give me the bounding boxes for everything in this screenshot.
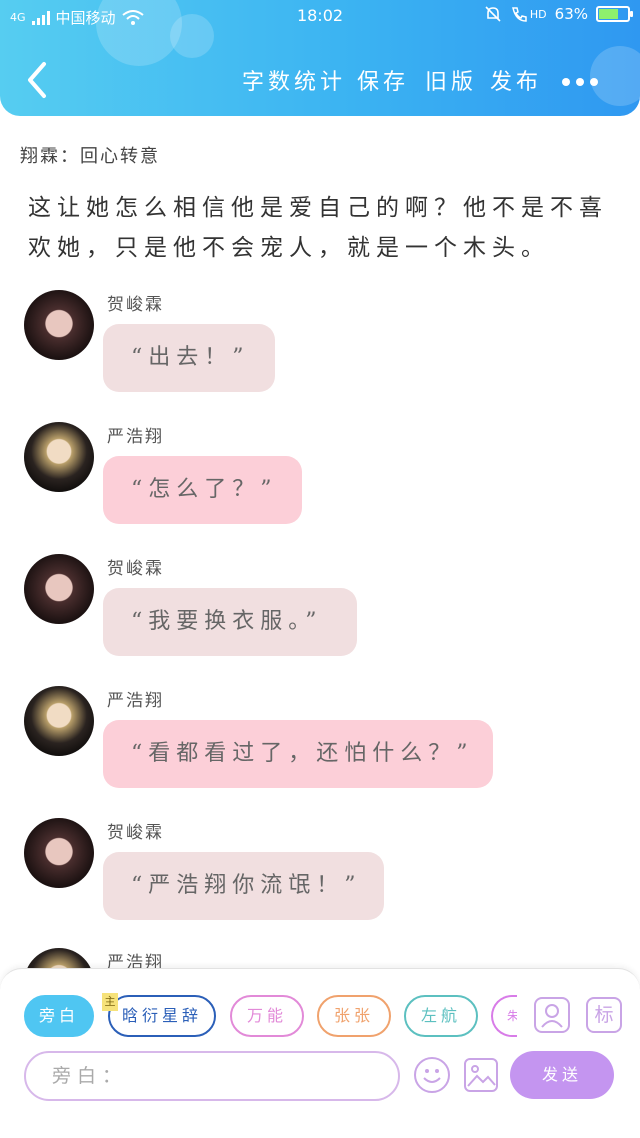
mute-bell-icon [485, 6, 501, 22]
chapter-title: 翔霖：回心转意 [20, 146, 160, 167]
call-icon [511, 7, 527, 22]
top-header: 4G 中国移动 18:02 HD 63% 字数统计 保存 旧版 发布 [0, 0, 640, 116]
message-bubble[interactable]: “我要换衣服。” [103, 588, 357, 656]
menu-publish[interactable]: 发布 [490, 64, 542, 96]
image-icon[interactable] [464, 1058, 498, 1092]
message-bubble[interactable]: “严浩翔你流氓！” [103, 852, 384, 920]
battery-percent: 63% [554, 5, 588, 23]
status-bar: 4G 中国移动 18:02 HD 63% [0, 0, 640, 34]
chat-message[interactable]: 贺峻霖 “严浩翔你流氓！” [0, 816, 640, 926]
avatar[interactable] [24, 422, 94, 492]
back-arrow-icon[interactable] [22, 60, 52, 100]
send-button[interactable]: 发送 [510, 1051, 614, 1099]
role-chip-partial[interactable]: 朱 [491, 995, 517, 1037]
chat-message[interactable]: 严浩翔 [0, 946, 640, 1018]
emoji-icon[interactable] [414, 1057, 450, 1093]
chat-message[interactable]: 严浩翔 “怎么了？” [0, 420, 640, 530]
role-chip-main[interactable]: 晗衍星辞 [108, 995, 216, 1037]
more-icon[interactable] [562, 78, 598, 86]
hd-label: HD [529, 7, 547, 21]
narration-text[interactable]: 这让她怎么相信他是爱自己的啊？他不是不喜欢她，只是他不会宠人，就是一个木头。 [28, 188, 618, 268]
menu-save[interactable]: 保存 [357, 64, 409, 96]
message-bubble[interactable]: “怎么了？” [103, 456, 302, 524]
speaker-name: 严浩翔 [107, 691, 164, 711]
menu-old-version[interactable]: 旧版 [425, 64, 477, 96]
message-input[interactable]: 旁白： [24, 1051, 400, 1101]
chat-message[interactable]: 严浩翔 “看都看过了，还怕什么？” [0, 684, 640, 794]
speaker-name: 贺峻霖 [107, 823, 164, 843]
speaker-name: 严浩翔 [107, 427, 164, 447]
composer-panel: 旁白 晗衍星辞 主 万能 张张 左航 朱 标 旁白： 发送 [0, 968, 640, 1138]
avatar[interactable] [24, 290, 94, 360]
profile-icon[interactable] [534, 997, 570, 1033]
avatar[interactable] [24, 818, 94, 888]
avatar[interactable] [24, 686, 94, 756]
chat-message[interactable]: 贺峻霖 “出去！” [0, 288, 640, 398]
menu-word-count[interactable]: 字数统计 [242, 64, 346, 96]
avatar[interactable] [24, 554, 94, 624]
role-chip-universal[interactable]: 万能 [230, 995, 304, 1037]
tag-button[interactable]: 标 [586, 997, 622, 1033]
battery-icon [596, 6, 633, 22]
message-bubble[interactable]: “出去！” [103, 324, 275, 392]
chat-message[interactable]: 贺峻霖 “我要换衣服。” [0, 552, 640, 662]
tag-button-label: 标 [594, 1004, 614, 1026]
role-chip-narration[interactable]: 旁白 [24, 995, 94, 1037]
speaker-name: 贺峻霖 [107, 559, 164, 579]
input-placeholder: 旁白： [52, 1065, 128, 1087]
decor-circle [590, 46, 640, 106]
role-chip-zhangzhang[interactable]: 张张 [317, 995, 391, 1037]
message-bubble[interactable]: “看都看过了，还怕什么？” [103, 720, 493, 788]
speaker-name: 贺峻霖 [107, 295, 164, 315]
main-role-tag: 主 [102, 993, 118, 1011]
role-chip-zuohang[interactable]: 左航 [404, 995, 478, 1037]
